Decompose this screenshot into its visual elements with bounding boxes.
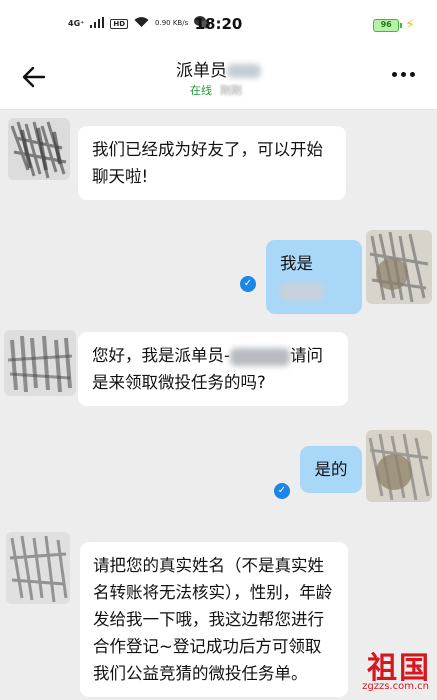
site-watermark: 祖国 zgzzs.com.cn: [313, 643, 431, 697]
contact-avatar[interactable]: [4, 330, 76, 396]
message-text: 我们已经成为好友了，可以开始聊天啦!: [92, 140, 323, 186]
battery-area: 96 ⚡: [373, 17, 415, 33]
charging-icon: ⚡: [405, 17, 415, 33]
status-bar: 4G⁺ HD 0.90 KB/s 18:20 96 ⚡: [0, 0, 437, 50]
clock: 18:20: [194, 15, 243, 33]
user-avatar[interactable]: [366, 430, 432, 502]
message-bubble-outgoing[interactable]: 是的: [300, 446, 362, 493]
contact-avatar[interactable]: [8, 118, 70, 180]
message-bubble-incoming[interactable]: 请把您的真实姓名（不是真实姓名转账将无法核实），性别，年龄发给我一下哦，我这边帮…: [80, 542, 348, 697]
message-text: 是的: [314, 460, 348, 479]
message-bubble-incoming[interactable]: 您好，我是派单员- 请问是来领取微投任务的吗?: [78, 332, 348, 406]
message-bubble-outgoing[interactable]: 我是: [266, 240, 362, 314]
read-receipt-icon: ✓: [274, 483, 290, 499]
online-status-detail: 刚刚: [220, 84, 242, 97]
message-text: 您好，我是派单员-: [92, 346, 230, 365]
dot-icon: [401, 72, 406, 77]
contact-avatar[interactable]: [6, 532, 70, 604]
chat-title: 派单员: [0, 56, 437, 81]
dot-icon: [410, 72, 415, 77]
redacted-avatar-image: [366, 430, 432, 502]
redacted-avatar-image: [366, 230, 432, 304]
read-receipt-icon: ✓: [240, 276, 256, 292]
user-avatar[interactable]: [366, 230, 432, 304]
watermark-url: zgzzs.com.cn: [362, 681, 429, 692]
chat-header: 派单员 在线 刚刚: [0, 50, 437, 110]
redacted-name: [227, 64, 261, 78]
message-text: 我是: [280, 254, 313, 273]
redacted-text: [229, 347, 290, 366]
redacted-text: [280, 282, 324, 301]
dot-icon: [392, 72, 397, 77]
battery-indicator: 96: [373, 18, 403, 32]
more-options-button[interactable]: [392, 72, 415, 77]
message-text: 请把您的真实姓名（不是真实姓名转账将无法核实），性别，年龄发给我一下哦，我这边帮…: [93, 556, 333, 683]
message-bubble-incoming[interactable]: 我们已经成为好友了，可以开始聊天啦!: [78, 126, 346, 200]
contact-name: 派单员: [176, 61, 227, 81]
redacted-avatar-image: [6, 532, 70, 604]
redacted-avatar-image: [4, 330, 76, 396]
redacted-avatar-image: [8, 118, 70, 180]
online-status: 在线: [190, 84, 212, 97]
